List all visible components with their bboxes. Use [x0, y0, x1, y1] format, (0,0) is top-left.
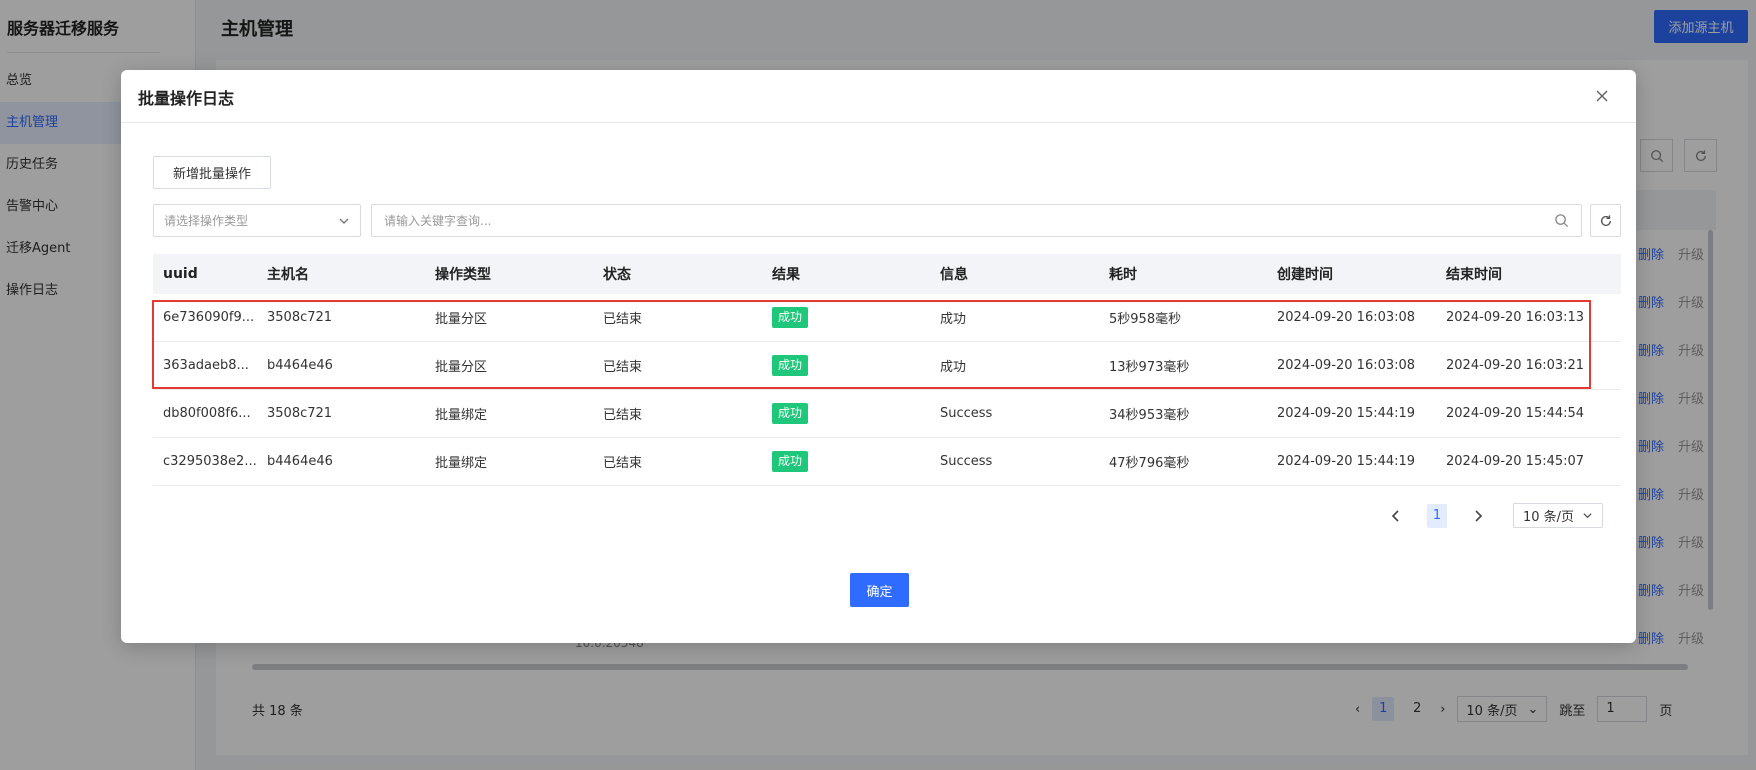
column-header: 状态	[603, 267, 631, 283]
cell-uuid: 6e736090f9...	[163, 310, 255, 325]
cell-status: 已结束	[603, 408, 643, 423]
result-badge: 成功	[772, 451, 809, 472]
cell-status: 已结束	[603, 312, 643, 327]
close-icon	[1596, 90, 1608, 102]
cell-host: b4464e46	[267, 358, 333, 373]
dialog-pagination: 1 10 条/页	[1386, 503, 1603, 528]
cell-result: 成功	[762, 355, 930, 376]
confirm-button[interactable]: 确定	[850, 573, 909, 607]
cell-created: 2024-09-20 16:03:08	[1277, 358, 1416, 373]
page-size-select[interactable]: 10 条/页	[1513, 503, 1603, 528]
cell-duration: 5秒958毫秒	[1109, 312, 1182, 327]
cell-info: 成功	[940, 360, 967, 375]
cell-created: 2024-09-20 15:44:19	[1277, 406, 1416, 421]
column-header: uuid	[163, 266, 198, 282]
cell-info: Success	[940, 406, 993, 421]
cell-status: 已结束	[603, 360, 643, 375]
cell-result: 成功	[762, 451, 930, 472]
batch-log-table: uuid 主机名 操作类型 状态 结果 信息 耗时 创建时间 结束时间 6e73…	[153, 254, 1621, 486]
cell-op-type: 批量绑定	[435, 456, 488, 471]
result-badge: 成功	[772, 307, 809, 328]
cell-host: b4464e46	[267, 454, 333, 469]
cell-result: 成功	[762, 403, 930, 424]
keyword-search-input[interactable]	[384, 213, 1554, 228]
chevron-left-icon	[1391, 509, 1399, 522]
new-batch-operation-button[interactable]: 新增批量操作	[153, 156, 271, 189]
column-header: 信息	[940, 267, 968, 283]
search-icon[interactable]	[1554, 213, 1569, 228]
cell-duration: 47秒796毫秒	[1109, 456, 1190, 471]
cell-duration: 13秒973毫秒	[1109, 360, 1190, 375]
cell-host: 3508c721	[267, 406, 333, 421]
cell-created: 2024-09-20 15:44:19	[1277, 454, 1416, 469]
cell-uuid: c3295038e2...	[163, 454, 257, 469]
cell-ended: 2024-09-20 16:03:13	[1446, 310, 1585, 325]
chevron-down-icon	[1583, 513, 1592, 519]
column-header: 耗时	[1109, 267, 1137, 283]
table-row: c3295038e2... b4464e46 批量绑定 已结束 成功 Succe…	[153, 438, 1621, 486]
cell-ended: 2024-09-20 15:45:07	[1446, 454, 1585, 469]
cell-result: 成功	[762, 307, 930, 328]
prev-page-button[interactable]	[1386, 504, 1406, 528]
cell-duration: 34秒953毫秒	[1109, 408, 1190, 423]
result-badge: 成功	[772, 403, 809, 424]
column-header: 结果	[772, 267, 800, 283]
next-page-button[interactable]	[1468, 504, 1488, 528]
cell-status: 已结束	[603, 456, 643, 471]
table-header: uuid 主机名 操作类型 状态 结果 信息 耗时 创建时间 结束时间	[153, 254, 1621, 294]
chevron-down-icon	[339, 218, 349, 224]
cell-uuid: db80f008f6...	[163, 406, 251, 421]
table-row: db80f008f6... 3508c721 批量绑定 已结束 成功 Succe…	[153, 390, 1621, 438]
dialog-header: 批量操作日志	[121, 70, 1636, 123]
operation-type-placeholder: 请选择操作类型	[164, 214, 249, 228]
cell-ended: 2024-09-20 15:44:54	[1446, 406, 1585, 421]
result-badge: 成功	[772, 355, 809, 376]
column-header: 创建时间	[1277, 267, 1333, 283]
operation-type-select[interactable]: 请选择操作类型	[153, 204, 361, 237]
cell-host: 3508c721	[267, 310, 333, 325]
cell-info: Success	[940, 454, 993, 469]
column-header: 结束时间	[1446, 267, 1502, 283]
column-header: 操作类型	[435, 267, 491, 283]
page-button[interactable]: 1	[1427, 503, 1447, 528]
cell-info: 成功	[940, 312, 967, 327]
table-row: 6e736090f9... 3508c721 批量分区 已结束 成功 成功 5秒…	[153, 294, 1621, 342]
keyword-search-box	[371, 204, 1582, 237]
batch-operation-log-dialog: 批量操作日志 新增批量操作 请选择操作类型 uuid 主机名 操作类型 状态 结…	[121, 70, 1636, 643]
page-size-value: 10 条/页	[1523, 510, 1575, 525]
cell-created: 2024-09-20 16:03:08	[1277, 310, 1416, 325]
cell-ended: 2024-09-20 16:03:21	[1446, 358, 1585, 373]
cell-uuid: 363adaeb8...	[163, 358, 249, 373]
close-button[interactable]	[1590, 84, 1614, 108]
dialog-title: 批量操作日志	[138, 89, 235, 108]
cell-op-type: 批量绑定	[435, 408, 488, 423]
refresh-icon	[1600, 214, 1611, 226]
chevron-right-icon	[1475, 509, 1483, 522]
column-header: 主机名	[267, 267, 309, 283]
table-row: 363adaeb8... b4464e46 批量分区 已结束 成功 成功 13秒…	[153, 342, 1621, 390]
cell-op-type: 批量分区	[435, 312, 488, 327]
refresh-button[interactable]	[1590, 204, 1621, 237]
cell-op-type: 批量分区	[435, 360, 488, 375]
